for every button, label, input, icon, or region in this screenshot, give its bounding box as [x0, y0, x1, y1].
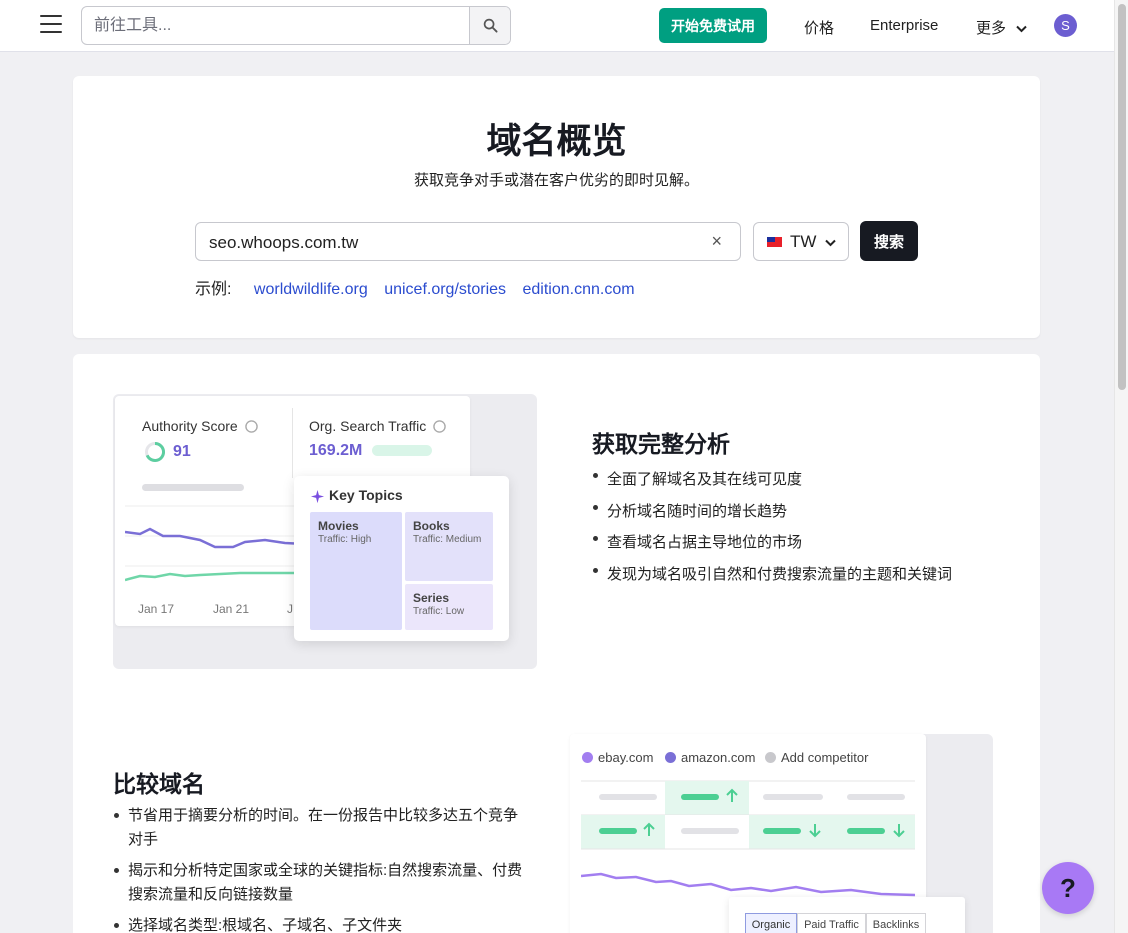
- country-code: TW: [790, 232, 817, 251]
- example-link-cnn[interactable]: edition.cnn.com: [522, 281, 634, 298]
- traffic-value: 169.2M: [309, 442, 363, 459]
- top-navigation-bar: 开始免费试用 价格 Enterprise 更多 S: [0, 0, 1114, 52]
- tool-search-input[interactable]: [82, 7, 471, 44]
- list-item: 全面了解域名及其在线可见度: [591, 464, 1011, 496]
- overview-illustration: Authority Score 91 Org. Search Traffic 1…: [113, 394, 537, 669]
- legend-add-competitor: Add competitor: [765, 750, 868, 765]
- nav-pricing-link[interactable]: 价格: [804, 17, 834, 38]
- search-icon: [483, 18, 498, 33]
- authority-ring-icon: [145, 441, 166, 462]
- example-link-unicef[interactable]: unicef.org/stories: [384, 281, 506, 298]
- scrollbar-thumb[interactable]: [1118, 4, 1126, 390]
- authority-score-value: 91: [173, 443, 191, 460]
- feature-list-full-analysis: 全面了解域名及其在线可见度 分析域名随时间的增长趋势 查看域名占据主导地位的市场…: [591, 464, 1011, 590]
- key-topics-title: Key Topics: [329, 487, 403, 503]
- legend-amazon: amazon.com: [665, 750, 755, 765]
- examples-row: 示例: worldwildlife.org unicef.org/stories…: [195, 275, 647, 299]
- page-scrollbar[interactable]: [1114, 0, 1128, 933]
- list-item: 选择域名类型:根域名、子域名、子文件夹: [112, 914, 532, 933]
- domain-input-value: seo.whoops.com.tw: [209, 233, 359, 252]
- country-select[interactable]: TW: [753, 222, 849, 261]
- nav-more-label: 更多: [976, 20, 1007, 37]
- authority-score-label: Authority Score: [142, 418, 258, 434]
- chevron-down-icon: [825, 239, 836, 247]
- placeholder-bar: [142, 484, 244, 491]
- list-item: 查看域名占据主导地位的市场: [591, 527, 1011, 559]
- start-free-trial-button[interactable]: 开始免费试用: [659, 8, 767, 43]
- info-icon: [244, 420, 258, 433]
- trend-chart: [125, 505, 305, 582]
- domain-input-field[interactable]: seo.whoops.com.tw ×: [195, 222, 741, 261]
- menu-icon[interactable]: [40, 15, 62, 35]
- tab-backlinks[interactable]: Backlinks: [866, 913, 926, 933]
- tool-search-box: [81, 6, 511, 45]
- key-topics-panel: Key Topics Movies Traffic: High Books Tr…: [294, 476, 509, 641]
- taiwan-flag-icon: [767, 237, 782, 247]
- domain-search-button[interactable]: 搜索: [860, 221, 918, 261]
- list-item: 节省用于摘要分析的时间。在一份报告中比较多达五个竞争对手: [112, 804, 532, 852]
- tab-paid-traffic[interactable]: Paid Traffic: [797, 913, 866, 933]
- nav-enterprise-link[interactable]: Enterprise: [870, 17, 938, 34]
- features-section: Authority Score 91 Org. Search Traffic 1…: [73, 354, 1040, 933]
- traffic-label: Org. Search Traffic: [309, 418, 446, 434]
- axis-label: Jan 21: [213, 602, 250, 616]
- topic-tile-books: Books Traffic: Medium: [405, 512, 493, 581]
- feature-title-compare-domains: 比较域名: [113, 771, 205, 797]
- comparison-table-graphic: [581, 780, 915, 897]
- compare-illustration: ebay.com amazon.com Add competitor Organ…: [570, 734, 993, 933]
- axis-label: Jan 17: [138, 602, 175, 616]
- traffic-bar-placeholder: [372, 445, 432, 456]
- sparkle-icon: [310, 489, 325, 504]
- search-button[interactable]: [469, 7, 510, 44]
- compare-panel: ebay.com amazon.com Add competitor Organ…: [570, 734, 965, 933]
- info-icon: [433, 420, 446, 433]
- domain-overview-hero: 域名概览 获取竞争对手或潜在客户优劣的即时见解。 seo.whoops.com.…: [73, 76, 1040, 338]
- page-subtitle: 获取竞争对手或潜在客户优劣的即时见解。: [413, 172, 699, 189]
- chevron-down-icon: [1016, 25, 1027, 33]
- page-title: 域名概览: [486, 122, 627, 161]
- help-button[interactable]: ?: [1042, 862, 1094, 914]
- divider: [292, 408, 293, 478]
- feature-list-compare-domains: 节省用于摘要分析的时间。在一份报告中比较多达五个竞争对手 揭示和分析特定国家或全…: [112, 804, 532, 933]
- topic-tile-series: Series Traffic: Low: [405, 584, 493, 630]
- legend-ebay: ebay.com: [582, 750, 653, 765]
- user-avatar[interactable]: S: [1054, 14, 1077, 37]
- clear-icon[interactable]: ×: [711, 231, 722, 252]
- feature-title-full-analysis: 获取完整分析: [592, 431, 730, 457]
- axis-label: J: [287, 602, 293, 616]
- nav-more-menu[interactable]: 更多: [976, 17, 1027, 38]
- example-link-worldwildlife[interactable]: worldwildlife.org: [254, 281, 368, 298]
- tab-organic[interactable]: Organic: [745, 913, 797, 933]
- list-item: 发现为域名吸引自然和付费搜索流量的主题和关键词: [591, 559, 1011, 591]
- topic-tile-movies: Movies Traffic: High: [310, 512, 402, 630]
- examples-label: 示例:: [195, 281, 232, 298]
- list-item: 揭示和分析特定国家或全球的关键指标:自然搜索流量、付费搜索流量和反向链接数量: [112, 859, 532, 907]
- list-item: 分析域名随时间的增长趋势: [591, 496, 1011, 528]
- traffic-type-tabs: Organic Paid Traffic Backlinks: [729, 897, 965, 933]
